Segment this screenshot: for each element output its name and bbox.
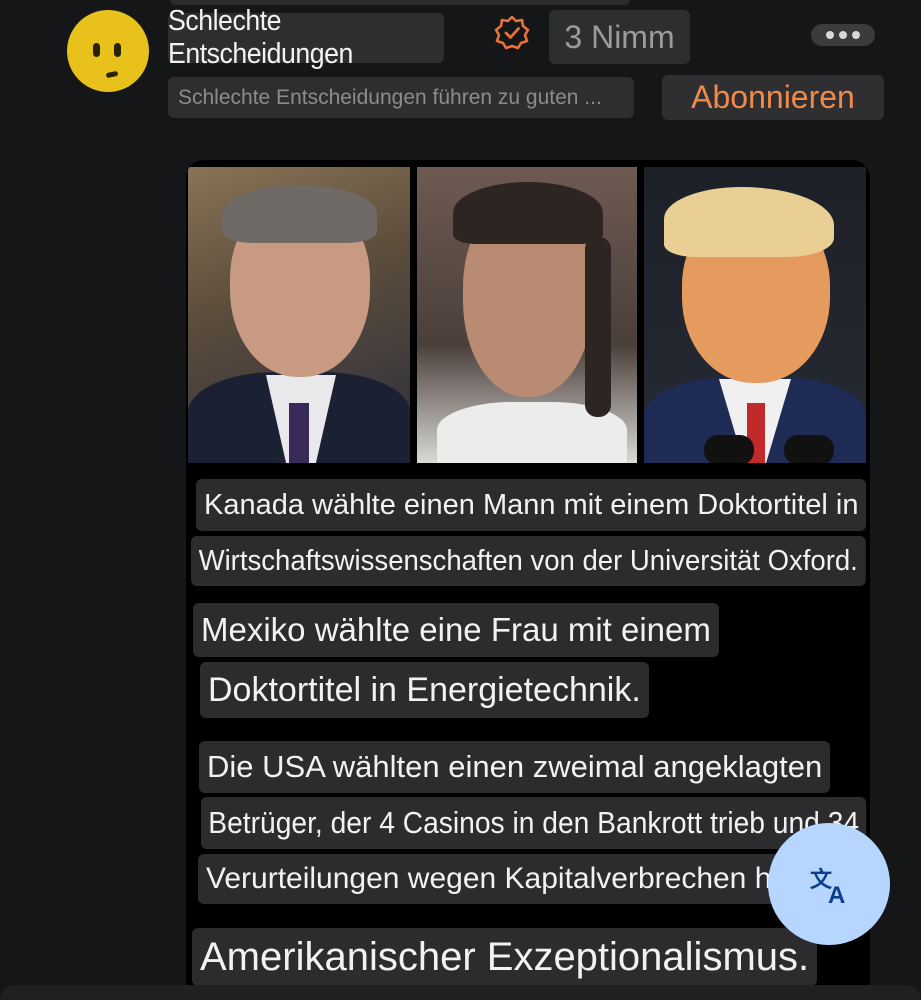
caption-line: Amerikanischer Exzeptionalismus. xyxy=(192,928,818,986)
translate-icon: 文 A xyxy=(810,867,845,907)
hair xyxy=(222,185,377,243)
caption-line: Betrüger, der 4 Casinos in den Bankrott … xyxy=(201,797,867,849)
avatar-mouth xyxy=(105,70,119,79)
photo-man-portrait[interactable] xyxy=(188,167,410,463)
more-dot xyxy=(839,31,847,39)
post-card[interactable]: Kanada wählte einen Mann mit einem Dokto… xyxy=(186,160,870,1000)
caption-line: Mexiko wählte eine Frau mit einem xyxy=(193,603,719,657)
tie xyxy=(289,403,309,463)
verified-badge-icon xyxy=(494,15,530,50)
more-options-icon[interactable] xyxy=(811,24,875,46)
caption-line: Wirtschaftswissenschaften von der Univer… xyxy=(191,536,866,586)
caption-line: Verurteilungen wegen Kapitalverbrechen h… xyxy=(198,854,813,904)
channel-avatar[interactable] xyxy=(67,10,149,92)
svg-text:A: A xyxy=(828,882,845,907)
ponytail xyxy=(585,237,611,417)
channel-description[interactable]: Schlechte Entscheidungen führen zu guten… xyxy=(168,77,634,118)
photo-man-portrait-smirking[interactable] xyxy=(644,167,866,463)
microphone xyxy=(704,435,754,463)
caption-line: Doktortitel in Energietechnik. xyxy=(200,662,649,718)
more-dot xyxy=(826,31,834,39)
bottom-sheet-edge xyxy=(0,985,921,1000)
subscribe-button[interactable]: Abonnieren xyxy=(662,75,884,120)
take-button[interactable]: 3 Nimm xyxy=(549,10,690,64)
caption-line: Kanada wählte einen Mann mit einem Dokto… xyxy=(196,479,867,531)
photo-woman-portrait[interactable] xyxy=(417,167,637,463)
avatar-right-eye xyxy=(114,43,121,57)
hair xyxy=(453,182,603,244)
caption-line: Die USA wählten einen zweimal angeklagte… xyxy=(199,741,831,793)
hair xyxy=(664,187,834,257)
more-dot xyxy=(852,31,860,39)
translate-button[interactable]: 文 A xyxy=(768,823,890,945)
channel-name[interactable]: Schlechte Entscheidungen xyxy=(168,5,444,70)
avatar-left-eye xyxy=(93,43,100,57)
microphone xyxy=(784,435,834,463)
